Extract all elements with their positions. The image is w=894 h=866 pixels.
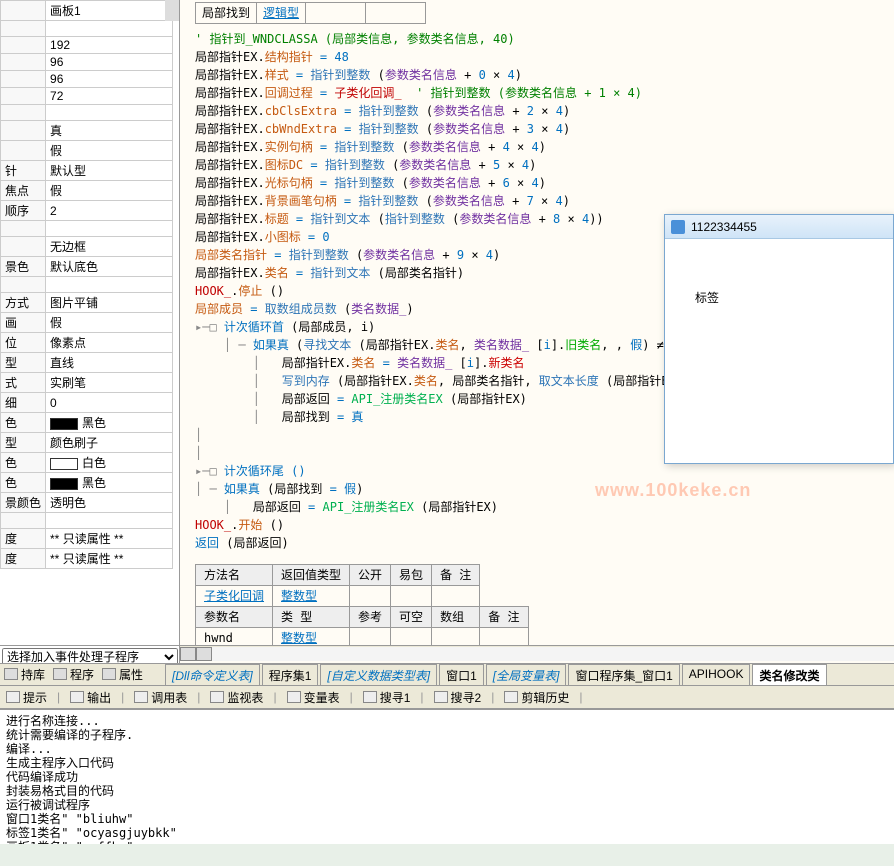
method-table: 方法名返回值类型公开易包备 注 子类化回调整数型 参数名类 型参考可空数组备 注… [195,564,529,649]
panel-tab[interactable]: 持库 [4,666,45,683]
toolbar-button[interactable]: 监视表 [210,689,263,706]
scroll-right-icon[interactable] [196,647,212,661]
module-tab[interactable]: 窗口程序集_窗口1 [568,664,679,686]
module-tab[interactable]: APIHOOK [682,664,751,686]
module-tab[interactable]: [自定义数据类型表] [320,664,437,686]
hscrollbar[interactable] [180,645,894,661]
code-editor[interactable]: 局部找到逻辑型 ' 指针到_WNDCLASSA (局部类信息, 参数类名信息, … [180,0,894,665]
preview-body: 标签 [665,239,893,356]
module-tab[interactable]: [Dll命令定义表] [165,664,260,686]
module-tab[interactable]: 类名修改类 [752,664,826,686]
toolbar-button[interactable]: 剪辑历史 [504,689,569,706]
preview-titlebar[interactable]: 1122334455 [665,215,893,239]
toolbar-button[interactable]: 变量表 [287,689,340,706]
bottom-toolbar: 提示 |输出 |调用表 |监视表 |变量表 |搜寻1 |搜寻2 |剪辑历史 | [0,685,894,709]
panel-tab[interactable]: 程序 [53,666,94,683]
local-var-table: 局部找到逻辑型 [195,2,426,24]
app-icon [671,220,685,234]
toolbar-button[interactable]: 调用表 [134,689,187,706]
preview-title: 1122334455 [691,220,757,234]
toolbar-button[interactable]: 搜寻1 [363,689,411,706]
module-tab[interactable]: 窗口1 [439,664,484,686]
toolbar-button[interactable]: 提示 [6,689,47,706]
module-tabs: 持库程序属性 [Dll命令定义表]程序集1[自定义数据类型表]窗口1[全局变量表… [0,663,894,685]
module-tab[interactable]: [全局变量表] [486,664,567,686]
output-panel[interactable]: 进行名称连接...统计需要编译的子程序.编译...生成主程序入口代码代码编译成功… [0,709,894,844]
toolbar-button[interactable]: 输出 [70,689,111,706]
module-tab[interactable]: 程序集1 [262,664,319,686]
property-table[interactable]: 画板1192969672真假针默认型焦点假顺序2无边框景色默认底色方式图片平铺画… [0,0,179,569]
toolbar-button[interactable]: 搜寻2 [434,689,482,706]
scroll-left-icon[interactable] [180,647,196,661]
panel-tab[interactable]: 属性 [102,666,143,683]
property-panel: 画板1192969672真假针默认型焦点假顺序2无边框景色默认底色方式图片平铺画… [0,0,180,665]
preview-window[interactable]: 1122334455 标签 [664,214,894,464]
